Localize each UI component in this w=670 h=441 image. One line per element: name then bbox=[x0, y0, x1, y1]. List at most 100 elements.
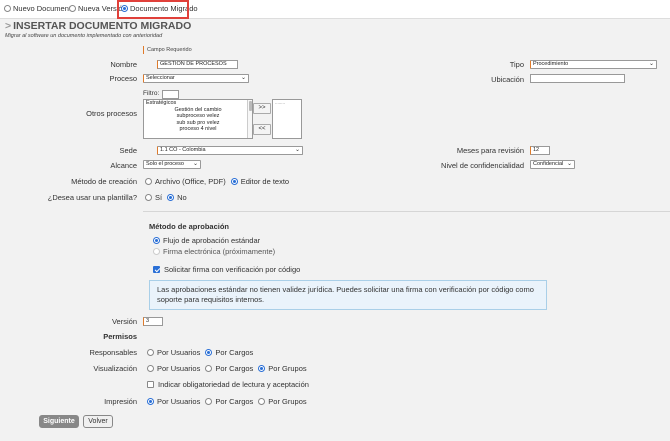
radio-visualizacion-grupos-label[interactable]: Por Grupos bbox=[268, 364, 306, 373]
lectura-obligatoria-label[interactable]: Indicar obligatoriedad de lectura y acep… bbox=[158, 380, 309, 389]
page-title: > INSERTAR DOCUMENTO MIGRADO bbox=[5, 20, 191, 32]
chevron-down-icon: ⌄ bbox=[240, 75, 246, 81]
plantilla-label: ¿Desea usar una plantilla? bbox=[47, 193, 137, 202]
radio-visualizacion-grupos[interactable] bbox=[258, 365, 266, 372]
radio-visualizacion-usuarios-label[interactable]: Por Usuarios bbox=[157, 364, 200, 373]
confidencialidad-label: Nivel de confidencialidad bbox=[441, 161, 524, 170]
radio-plantilla-si-label[interactable]: Sí bbox=[155, 193, 162, 202]
sede-select-value: 1.1 CO - Colombia bbox=[160, 147, 206, 153]
radio-firma-electronica bbox=[153, 248, 160, 255]
otros-procesos-selected-list[interactable]: ........ bbox=[272, 99, 302, 139]
sede-label: Sede bbox=[119, 146, 137, 155]
ubicacion-label: Ubicación bbox=[491, 75, 524, 84]
alcance-select[interactable]: Solo el proceso ⌄ bbox=[143, 160, 201, 169]
radio-plantilla-si[interactable] bbox=[145, 194, 152, 201]
chevron-down-icon: ⌄ bbox=[648, 61, 654, 67]
solicitar-firma-label[interactable]: Solicitar firma con verificación por cód… bbox=[164, 265, 300, 274]
nombre-input[interactable]: GESTION DE PROCESOS bbox=[157, 60, 238, 69]
list-item[interactable]: proceso 4 nivel bbox=[144, 126, 252, 133]
lectura-obligatoria-row: Indicar obligatoriedad de lectura y acep… bbox=[147, 380, 309, 389]
metodo-creacion-radio-group: Archivo (Office, PDF) Editor de texto bbox=[145, 177, 289, 186]
aprobacion-info-box: Las aprobaciones estándar no tienen vali… bbox=[149, 280, 547, 310]
page-title-text: INSERTAR DOCUMENTO MIGRADO bbox=[13, 20, 192, 32]
proceso-label: Proceso bbox=[109, 74, 137, 83]
radio-visualizacion-usuarios[interactable] bbox=[147, 365, 154, 372]
radio-responsables-cargos-label[interactable]: Por Cargos bbox=[215, 348, 253, 357]
radio-archivo-label[interactable]: Archivo (Office, PDF) bbox=[155, 177, 226, 186]
confidencialidad-select[interactable]: Confidencial ⌄ bbox=[530, 160, 575, 169]
impresion-label: Impresión bbox=[104, 397, 137, 406]
radio-archivo[interactable] bbox=[145, 178, 152, 185]
scrollbar-thumb[interactable] bbox=[249, 101, 252, 111]
radio-nuevo-documento[interactable] bbox=[4, 5, 11, 12]
permisos-title: Permisos bbox=[103, 332, 137, 341]
proceso-select-value: Seleccionar bbox=[146, 75, 175, 81]
aprobacion-option-firma: Firma electrónica (próximamente) bbox=[153, 247, 275, 256]
radio-flujo-estandar[interactable] bbox=[153, 237, 160, 244]
solicitar-firma-checkbox[interactable] bbox=[153, 266, 160, 273]
siguiente-button[interactable]: Siguiente bbox=[39, 415, 79, 428]
filtro-input[interactable] bbox=[162, 90, 179, 99]
radio-editor-texto[interactable] bbox=[230, 178, 238, 185]
responsables-radio-group: Por Usuarios Por Cargos bbox=[147, 348, 253, 357]
tipo-label: Tipo bbox=[509, 60, 524, 69]
meses-revision-input[interactable]: 12 bbox=[530, 146, 550, 155]
title-arrow-icon: > bbox=[5, 20, 12, 32]
version-input[interactable]: 3 bbox=[143, 317, 163, 326]
plantilla-radio-group: Sí No bbox=[145, 193, 187, 202]
radio-editor-texto-label[interactable]: Editor de texto bbox=[241, 177, 289, 186]
filtro-label: Filtro: bbox=[143, 90, 160, 97]
section-divider bbox=[143, 211, 670, 212]
radio-firma-electronica-label: Firma electrónica (próximamente) bbox=[163, 247, 276, 256]
metodo-creacion-label: Método de creación bbox=[71, 177, 137, 186]
impresion-radio-group: Por Usuarios Por Cargos Por Grupos bbox=[147, 397, 307, 406]
meses-revision-label: Meses para revisión bbox=[456, 146, 524, 155]
ubicacion-input[interactable] bbox=[530, 74, 625, 83]
radio-plantilla-no[interactable] bbox=[167, 194, 175, 201]
radio-responsables-usuarios[interactable] bbox=[147, 349, 154, 356]
sede-select[interactable]: 1.1 CO - Colombia ⌄ bbox=[157, 146, 303, 155]
radio-impresion-cargos-label[interactable]: Por Cargos bbox=[215, 397, 253, 406]
page-subtitle: Migrar al software un documento implemen… bbox=[5, 33, 163, 39]
option-nuevo-documento-label: Nuevo Documento bbox=[13, 4, 76, 13]
list-scrollbar[interactable] bbox=[247, 100, 252, 138]
radio-plantilla-no-label[interactable]: No bbox=[177, 193, 187, 202]
version-label: Versión bbox=[111, 317, 137, 326]
solicitar-firma-row: Solicitar firma con verificación por cód… bbox=[153, 265, 300, 274]
otros-procesos-label: Otros procesos bbox=[86, 109, 137, 118]
metodo-aprobacion-title: Método de aprobación bbox=[149, 222, 230, 231]
radio-visualizacion-cargos[interactable] bbox=[205, 365, 213, 372]
visualizacion-label: Visualización bbox=[93, 364, 137, 373]
selection-highlight-box bbox=[117, 0, 189, 19]
radio-impresion-cargos[interactable] bbox=[205, 398, 213, 405]
required-field-note: Campo Requerido bbox=[143, 46, 192, 54]
radio-flujo-estandar-label[interactable]: Flujo de aprobación estándar bbox=[163, 236, 260, 245]
responsables-label: Responsables bbox=[89, 348, 137, 357]
radio-impresion-usuarios[interactable] bbox=[147, 398, 154, 405]
alcance-label: Alcance bbox=[110, 161, 137, 170]
radio-impresion-grupos-label[interactable]: Por Grupos bbox=[268, 397, 306, 406]
selected-list-placeholder: ........ bbox=[275, 100, 286, 105]
radio-visualizacion-cargos-label[interactable]: Por Cargos bbox=[215, 364, 253, 373]
lectura-obligatoria-checkbox[interactable] bbox=[147, 381, 154, 388]
chevron-down-icon: ⌄ bbox=[294, 147, 300, 153]
radio-impresion-usuarios-label[interactable]: Por Usuarios bbox=[157, 397, 200, 406]
chevron-down-icon: ⌄ bbox=[192, 161, 198, 167]
confidencialidad-select-value: Confidencial bbox=[533, 161, 564, 167]
visualizacion-radio-group: Por Usuarios Por Cargos Por Grupos bbox=[147, 364, 307, 373]
proceso-select[interactable]: Seleccionar ⌄ bbox=[143, 74, 249, 83]
tipo-select[interactable]: Procedimiento ⌄ bbox=[530, 60, 657, 69]
chevron-down-icon: ⌄ bbox=[566, 161, 572, 167]
radio-impresion-grupos[interactable] bbox=[258, 398, 266, 405]
aprobacion-option-estandar: Flujo de aprobación estándar bbox=[153, 236, 260, 245]
volver-button[interactable]: Volver bbox=[83, 415, 113, 428]
nombre-label: Nombre bbox=[110, 60, 137, 69]
radio-responsables-cargos[interactable] bbox=[205, 349, 213, 356]
otros-procesos-available-list[interactable]: Estratégicos Gestión del cambio subproce… bbox=[143, 99, 253, 139]
alcance-select-value: Solo el proceso bbox=[146, 161, 184, 167]
remove-process-button[interactable]: << bbox=[253, 124, 271, 135]
radio-nueva-version[interactable] bbox=[69, 5, 76, 12]
add-process-button[interactable]: >> bbox=[253, 103, 271, 114]
option-nuevo-documento[interactable]: Nuevo Documento bbox=[4, 4, 75, 13]
radio-responsables-usuarios-label[interactable]: Por Usuarios bbox=[157, 348, 200, 357]
